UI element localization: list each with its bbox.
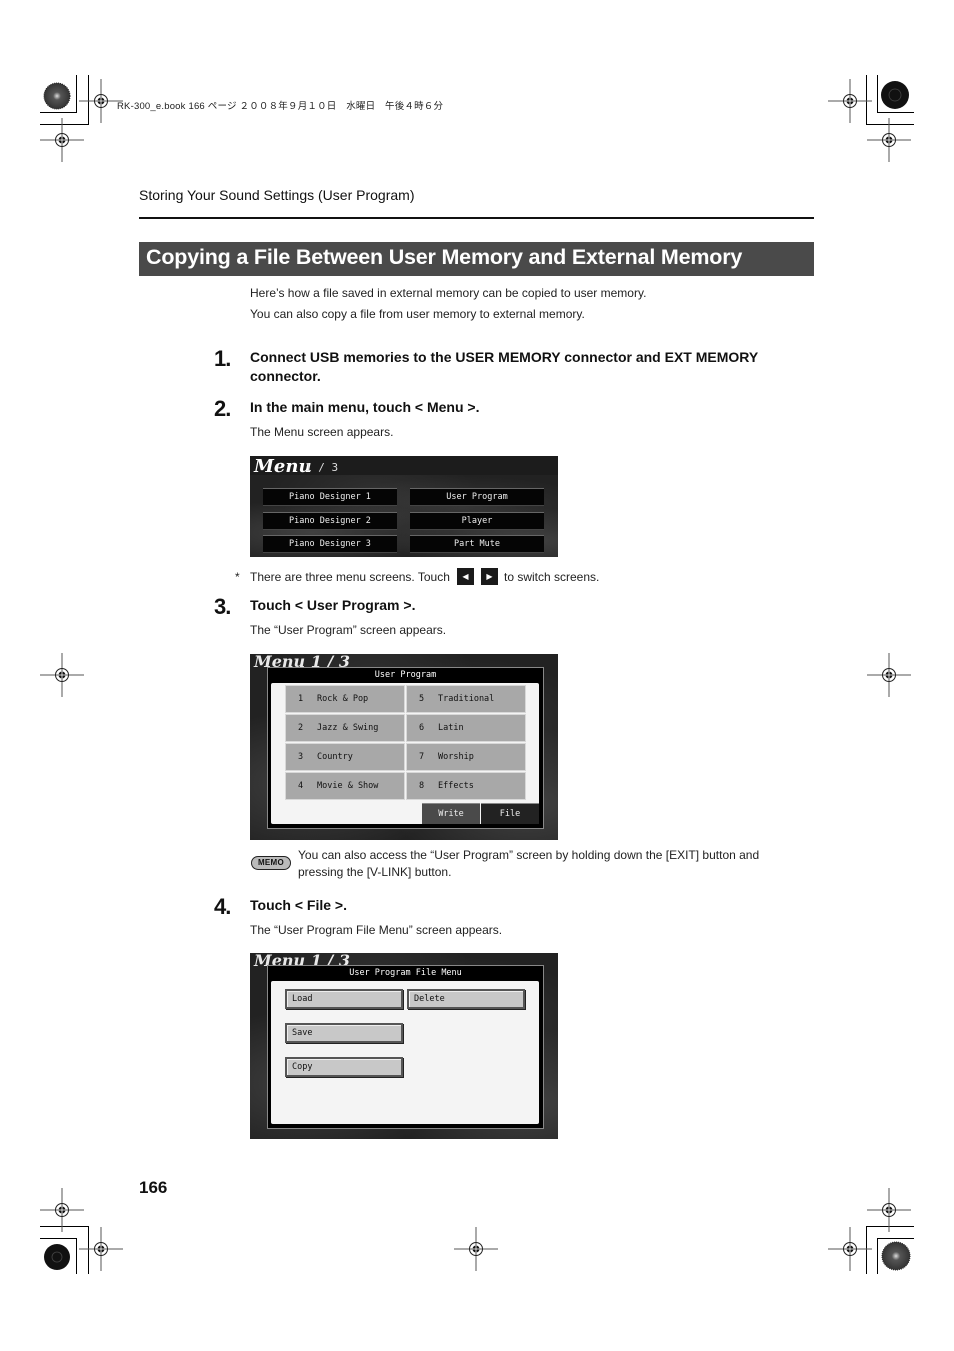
intro-line: You can also copy a file from user memor… bbox=[250, 307, 585, 321]
program-name: Effects bbox=[438, 781, 474, 791]
program-number: 6 bbox=[419, 723, 425, 733]
user-program-screen: Menu 1 / 3 User Program 1 Rock & Pop 5 T… bbox=[250, 654, 558, 840]
crop-mark bbox=[866, 1226, 914, 1227]
program-button[interactable]: 8 Effects bbox=[406, 772, 526, 800]
dialog-body: Load Delete Save Copy bbox=[271, 981, 539, 1124]
dialog-title: User Program File Menu bbox=[349, 968, 462, 978]
menu-button-piano-designer-1[interactable]: Piano Designer 1 bbox=[263, 488, 397, 506]
intro-line: Here’s how a file saved in external memo… bbox=[250, 286, 647, 300]
step-title: Touch < User Program >. bbox=[250, 597, 416, 613]
program-name: Worship bbox=[438, 752, 474, 762]
menu-button-user-program[interactable]: User Program bbox=[410, 488, 544, 506]
crop-mark bbox=[40, 124, 88, 125]
menu-page-indicator: 1 / 3 bbox=[305, 461, 339, 474]
program-number: 4 bbox=[298, 781, 304, 791]
file-menu-dialog: User Program File Menu Load Delete Save … bbox=[267, 965, 544, 1129]
save-button[interactable]: Save bbox=[285, 1023, 403, 1043]
footnote-text: There are three menu screens. Touch bbox=[250, 570, 450, 584]
load-button[interactable]: Load bbox=[285, 989, 403, 1009]
program-number: 1 bbox=[298, 694, 304, 704]
program-button[interactable]: 3 Country bbox=[285, 743, 405, 771]
program-button[interactable]: 4 Movie & Show bbox=[285, 772, 405, 800]
step-title-line: Connect USB memories to the USER MEMORY … bbox=[250, 349, 759, 365]
menu-button-part-mute[interactable]: Part Mute bbox=[410, 535, 544, 553]
menu-logo: Menu bbox=[254, 456, 312, 477]
step-title-line: connector. bbox=[250, 368, 321, 384]
step-note: The Menu screen appears. bbox=[250, 425, 394, 439]
step-number: 4. bbox=[214, 894, 231, 919]
crop-mark bbox=[877, 1238, 914, 1239]
program-name: Jazz & Swing bbox=[317, 723, 379, 733]
crop-mark bbox=[76, 1238, 77, 1274]
program-button[interactable]: 7 Worship bbox=[406, 743, 526, 771]
user-program-dialog: User Program 1 Rock & Pop 5 Traditional … bbox=[267, 667, 544, 829]
crop-mark bbox=[88, 75, 89, 125]
running-head: Storing Your Sound Settings (User Progra… bbox=[139, 187, 415, 203]
section-title-bar: Copying a File Between User Memory and E… bbox=[139, 242, 814, 276]
crop-mark bbox=[866, 75, 867, 125]
program-number: 2 bbox=[298, 723, 304, 733]
program-button[interactable]: 6 Latin bbox=[406, 714, 526, 742]
copy-button[interactable]: Copy bbox=[285, 1057, 403, 1077]
crop-mark bbox=[877, 1238, 878, 1274]
section-title: Copying a File Between User Memory and E… bbox=[146, 245, 743, 269]
memo-text: You can also access the “User Program” s… bbox=[298, 848, 760, 862]
crop-mark bbox=[866, 124, 914, 125]
step-title: Touch < File >. bbox=[250, 897, 347, 913]
program-button[interactable]: 5 Traditional bbox=[406, 685, 526, 713]
crop-mark bbox=[877, 112, 914, 113]
program-number: 5 bbox=[419, 694, 425, 704]
step-note: The “User Program File Menu” screen appe… bbox=[250, 923, 503, 937]
menu-button-piano-designer-2[interactable]: Piano Designer 2 bbox=[263, 512, 397, 530]
header-rule bbox=[139, 217, 814, 219]
file-menu-screen: Menu 1 / 3 User Program File Menu Load D… bbox=[250, 953, 558, 1139]
delete-button[interactable]: Delete bbox=[407, 989, 525, 1009]
program-name: Traditional bbox=[438, 694, 495, 704]
crop-mark bbox=[866, 1226, 867, 1274]
step-note: The “User Program” screen appears. bbox=[250, 623, 447, 637]
dialog-body: 1 Rock & Pop 5 Traditional 2 Jazz & Swin… bbox=[271, 683, 539, 824]
footnote-text: to switch screens. bbox=[504, 570, 600, 584]
program-name: Rock & Pop bbox=[317, 694, 369, 704]
menu-button-piano-designer-3[interactable]: Piano Designer 3 bbox=[263, 535, 397, 553]
crop-mark bbox=[877, 75, 878, 113]
step-number: 1. bbox=[214, 346, 231, 371]
prev-screen-icon: ◀ bbox=[457, 568, 474, 585]
footnote-mark: * bbox=[235, 570, 240, 584]
crop-mark bbox=[40, 1238, 76, 1239]
memo-text: pressing the [V-LINK] button. bbox=[298, 865, 452, 879]
next-screen-icon: ▶ bbox=[481, 568, 498, 585]
program-number: 3 bbox=[298, 752, 304, 762]
program-number: 8 bbox=[419, 781, 425, 791]
program-number: 7 bbox=[419, 752, 425, 762]
crop-mark bbox=[76, 75, 77, 113]
write-button[interactable]: Write bbox=[422, 803, 480, 824]
file-button[interactable]: File bbox=[481, 803, 539, 824]
step-number: 2. bbox=[214, 396, 231, 421]
program-name: Movie & Show bbox=[317, 781, 379, 791]
step-title: In the main menu, touch < Menu >. bbox=[250, 399, 480, 415]
dialog-title: User Program bbox=[374, 670, 437, 680]
program-name: Country bbox=[317, 752, 353, 762]
crop-mark bbox=[40, 112, 76, 113]
menu-button-player[interactable]: Player bbox=[410, 512, 544, 530]
step-title: Connect USB memories to the USER MEMORY … bbox=[250, 348, 758, 386]
crop-mark bbox=[40, 1226, 88, 1227]
print-slug: RK-300_e.book 166 ページ ２００８年９月１０日 水曜日 午後４… bbox=[117, 101, 444, 112]
program-name: Latin bbox=[438, 723, 464, 733]
crop-mark bbox=[88, 1226, 89, 1274]
page-number: 166 bbox=[139, 1178, 168, 1197]
step-number: 3. bbox=[214, 594, 231, 619]
program-button[interactable]: 1 Rock & Pop bbox=[285, 685, 405, 713]
memo-badge: MEMO bbox=[251, 856, 291, 870]
program-button[interactable]: 2 Jazz & Swing bbox=[285, 714, 405, 742]
menu-screen: Menu 1 / 3 Piano Designer 1 User Program… bbox=[250, 456, 558, 557]
